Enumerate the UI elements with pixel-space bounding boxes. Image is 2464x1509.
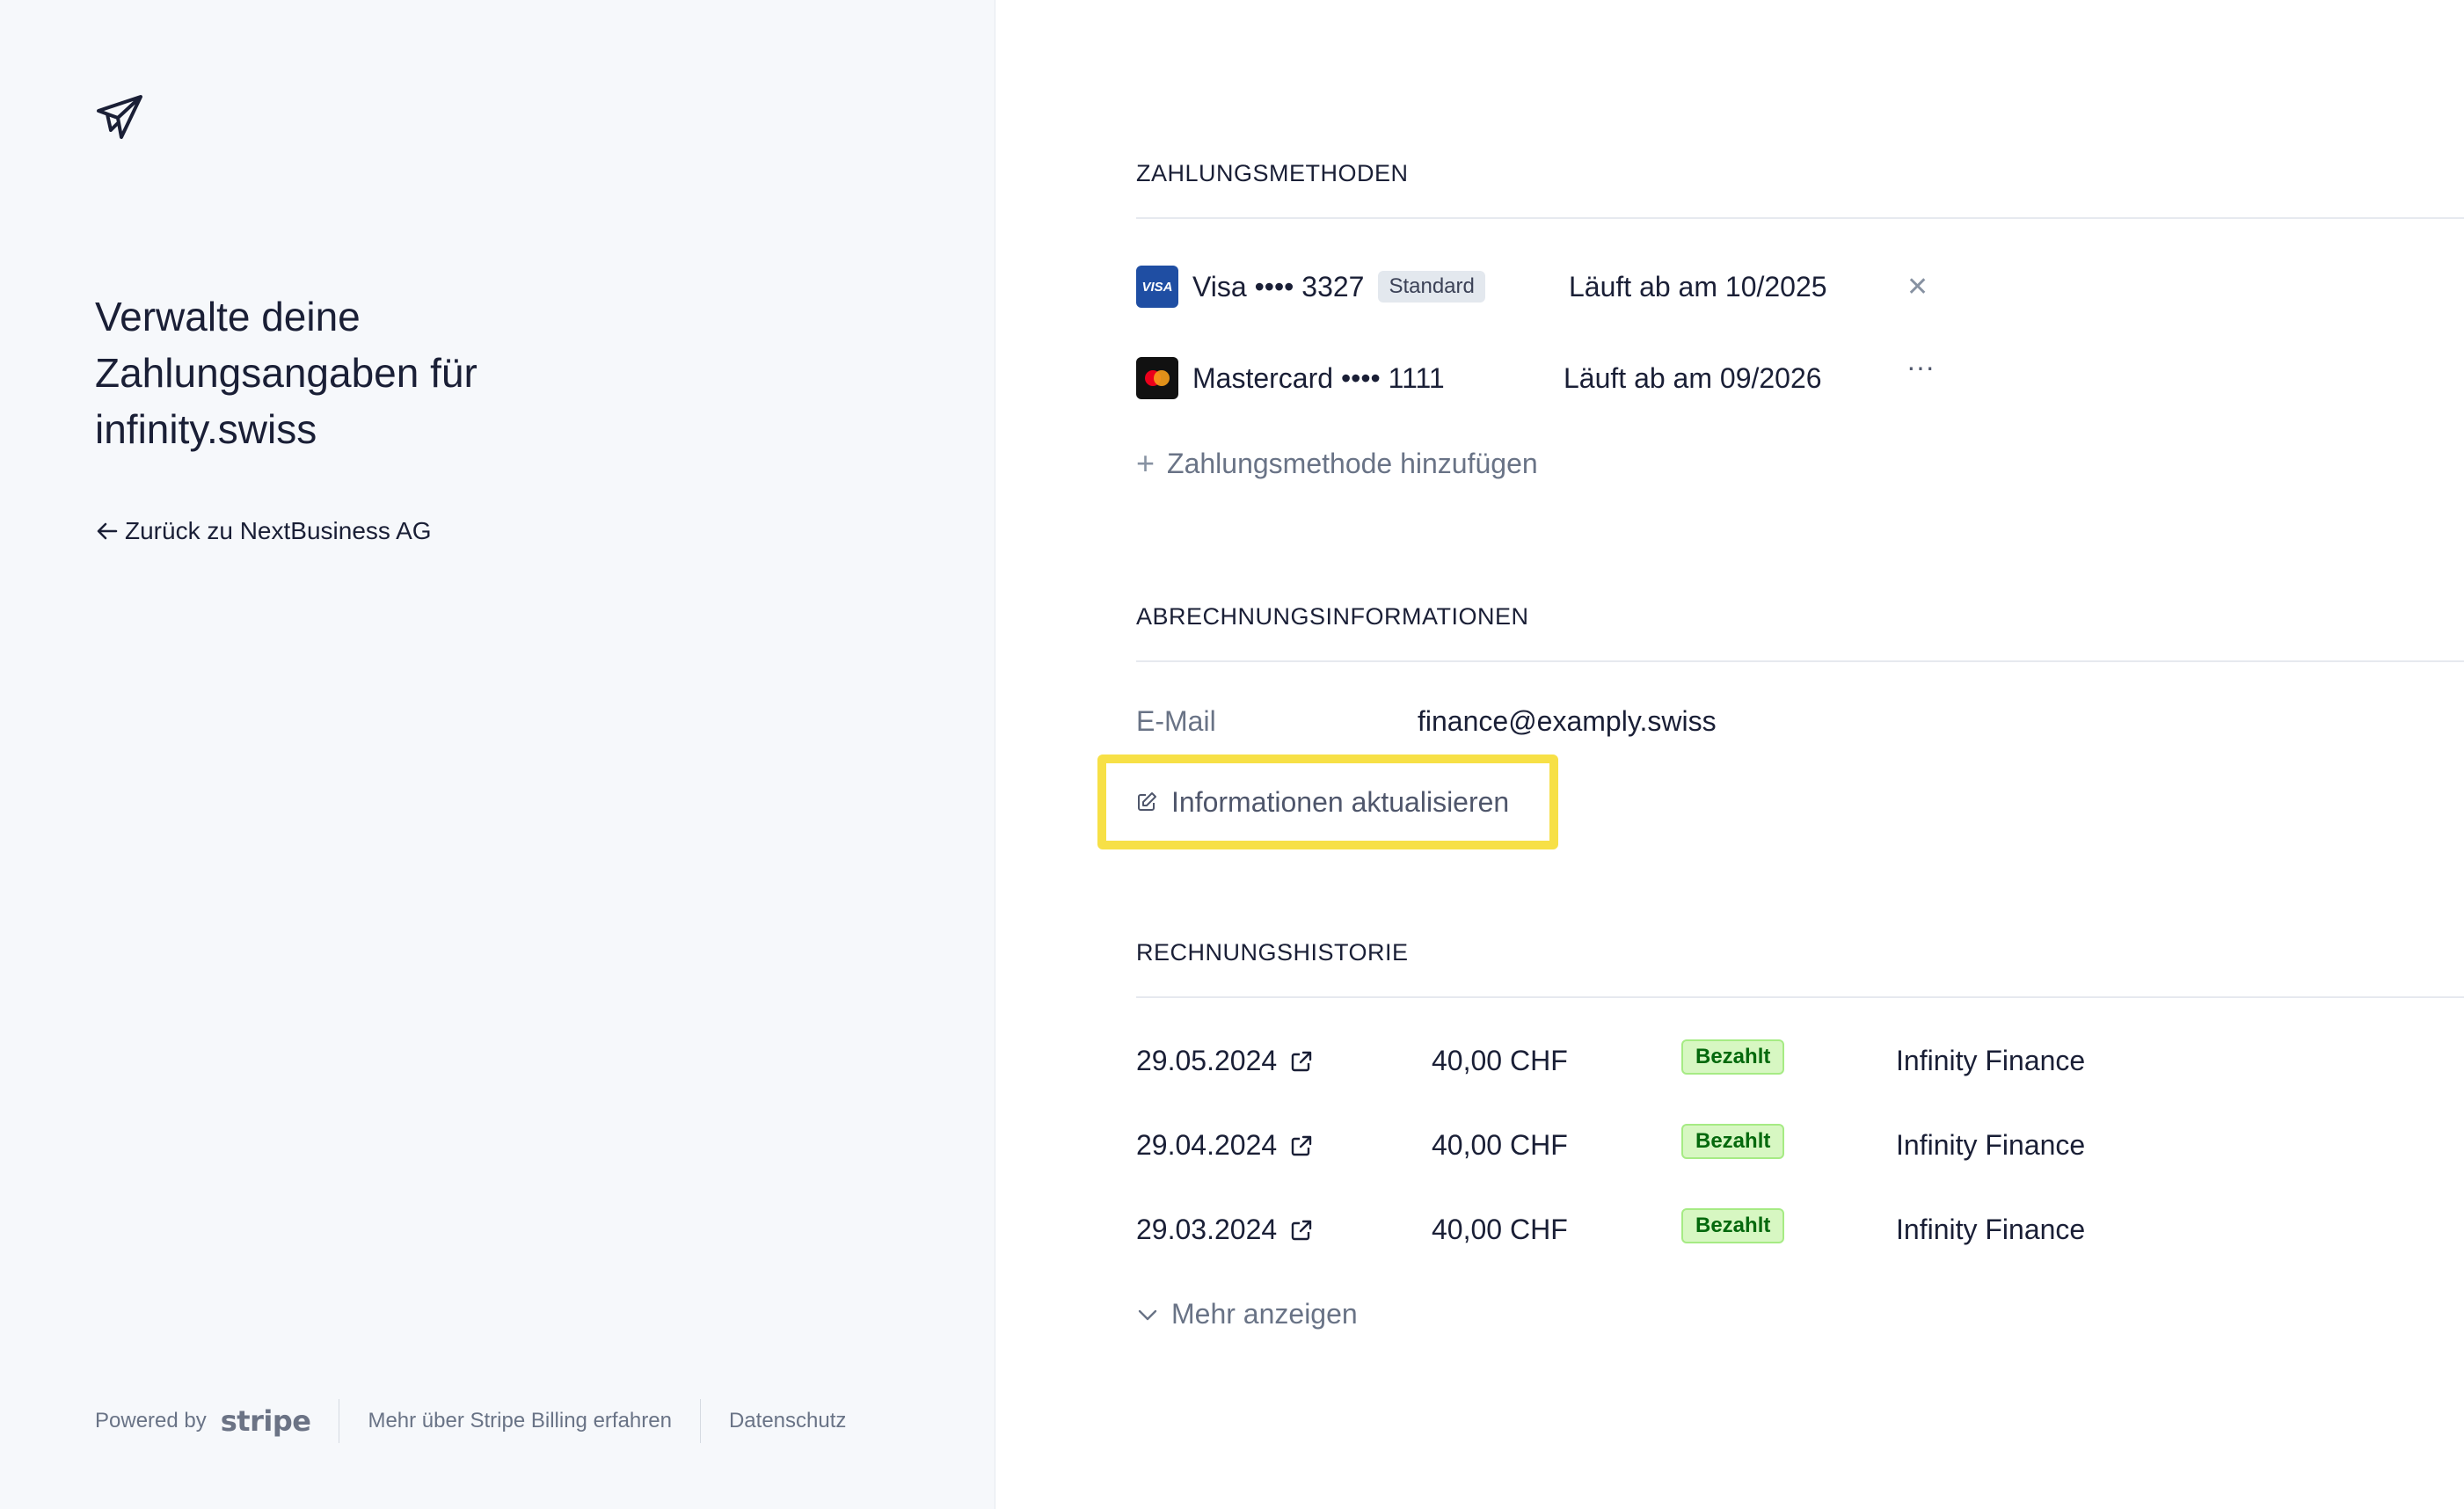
status-badge: Bezahlt: [1681, 1124, 1785, 1159]
visa-card-icon: VISA: [1136, 266, 1178, 308]
invoice-row: 29.05.2024 40,00 CHF Bezahlt Infinity Fi…: [1136, 1039, 2103, 1083]
powered-by-label: Powered by: [95, 1409, 207, 1432]
update-information-label: Informationen aktualisieren: [1171, 785, 1510, 818]
invoice-history-title: RECHNUNGSHISTORIE: [1136, 939, 1409, 966]
chevron-down-icon: [1138, 1309, 1157, 1320]
payment-method-name: Visa •••• 3327: [1192, 270, 1365, 303]
invoice-amount: 40,00 CHF: [1432, 1045, 1568, 1076]
close-icon[interactable]: ✕: [1906, 272, 1928, 303]
section-divider: [1136, 217, 2464, 219]
section-divider: [1136, 660, 2464, 662]
show-more-button[interactable]: Mehr anzeigen: [1136, 1298, 1358, 1330]
status-badge: Bezahlt: [1681, 1208, 1785, 1243]
payment-method-row: VISA Visa •••• 3327 Standard Läuft ab am…: [1136, 265, 1945, 309]
stripe-logo: stripe: [220, 1404, 311, 1438]
footer: Powered by stripe Mehr über Stripe Billi…: [95, 1398, 846, 1444]
invoice-amount: 40,00 CHF: [1432, 1214, 1568, 1245]
default-badge: Standard: [1378, 271, 1485, 303]
email-value: finance@examply.swiss: [1418, 705, 1717, 737]
mastercard-circles-icon: [1145, 370, 1170, 386]
payment-method-expiry: Läuft ab am 10/2025: [1569, 270, 1827, 303]
plus-icon: +: [1136, 445, 1155, 481]
email-label: E-Mail: [1136, 705, 1216, 737]
invoice-date-link[interactable]: 29.03.2024: [1136, 1214, 1314, 1246]
section-divider: [1136, 996, 2464, 998]
update-information-button[interactable]: Informationen aktualisieren: [1097, 754, 1558, 849]
billing-info-title: ABRECHNUNGSINFORMATIONEN: [1136, 603, 1529, 630]
back-link[interactable]: Zurück zu NextBusiness AG: [95, 517, 432, 545]
powered-by-stripe-link[interactable]: Powered by stripe: [95, 1404, 311, 1438]
invoice-company: Infinity Finance: [1896, 1045, 2086, 1076]
privacy-link[interactable]: Datenschutz: [729, 1409, 846, 1433]
external-link-icon: [1291, 1220, 1312, 1240]
invoice-date-link[interactable]: 29.05.2024: [1136, 1045, 1314, 1077]
left-panel: Verwalte deine Zahlungsangaben für infin…: [0, 0, 995, 1509]
add-payment-method-label: Zahlungsmethode hinzufügen: [1167, 447, 1538, 479]
invoice-row: 29.03.2024 40,00 CHF Bezahlt Infinity Fi…: [1136, 1208, 2103, 1252]
invoice-date: 29.03.2024: [1136, 1214, 1278, 1245]
paper-plane-logo-icon: [97, 95, 142, 139]
invoice-amount: 40,00 CHF: [1432, 1129, 1568, 1161]
back-link-label: Zurück zu NextBusiness AG: [125, 517, 432, 544]
invoice-company: Infinity Finance: [1896, 1214, 2086, 1245]
invoice-date: 29.05.2024: [1136, 1045, 1278, 1076]
external-link-icon: [1291, 1135, 1312, 1155]
add-payment-method-button[interactable]: + Zahlungsmethode hinzufügen: [1136, 445, 1538, 482]
mastercard-card-icon: [1136, 357, 1178, 399]
payment-method-name: Mastercard •••• 1111: [1192, 361, 1445, 394]
learn-more-link[interactable]: Mehr über Stripe Billing erfahren: [368, 1409, 672, 1433]
right-panel: ZAHLUNGSMETHODEN VISA Visa •••• 3327 Sta…: [1097, 0, 2464, 1509]
footer-divider: [699, 1399, 701, 1443]
external-link-icon: [1291, 1051, 1312, 1071]
more-icon[interactable]: ···: [1906, 351, 1935, 383]
invoice-date: 29.04.2024: [1136, 1129, 1278, 1161]
invoice-row: 29.04.2024 40,00 CHF Bezahlt Infinity Fi…: [1136, 1124, 2103, 1168]
payment-method-row: Mastercard •••• 1111 Läuft ab am 09/2026…: [1136, 351, 1945, 400]
invoice-company: Infinity Finance: [1896, 1129, 2086, 1161]
page-headline: Verwalte deine Zahlungsangaben für infin…: [95, 294, 477, 452]
status-badge: Bezahlt: [1681, 1039, 1785, 1075]
show-more-label: Mehr anzeigen: [1171, 1298, 1358, 1330]
edit-icon: [1138, 792, 1156, 811]
invoice-date-link[interactable]: 29.04.2024: [1136, 1129, 1314, 1162]
payment-methods-title: ZAHLUNGSMETHODEN: [1136, 160, 1409, 186]
payment-method-expiry: Läuft ab am 09/2026: [1564, 361, 1822, 394]
arrow-left-icon: [97, 522, 118, 540]
